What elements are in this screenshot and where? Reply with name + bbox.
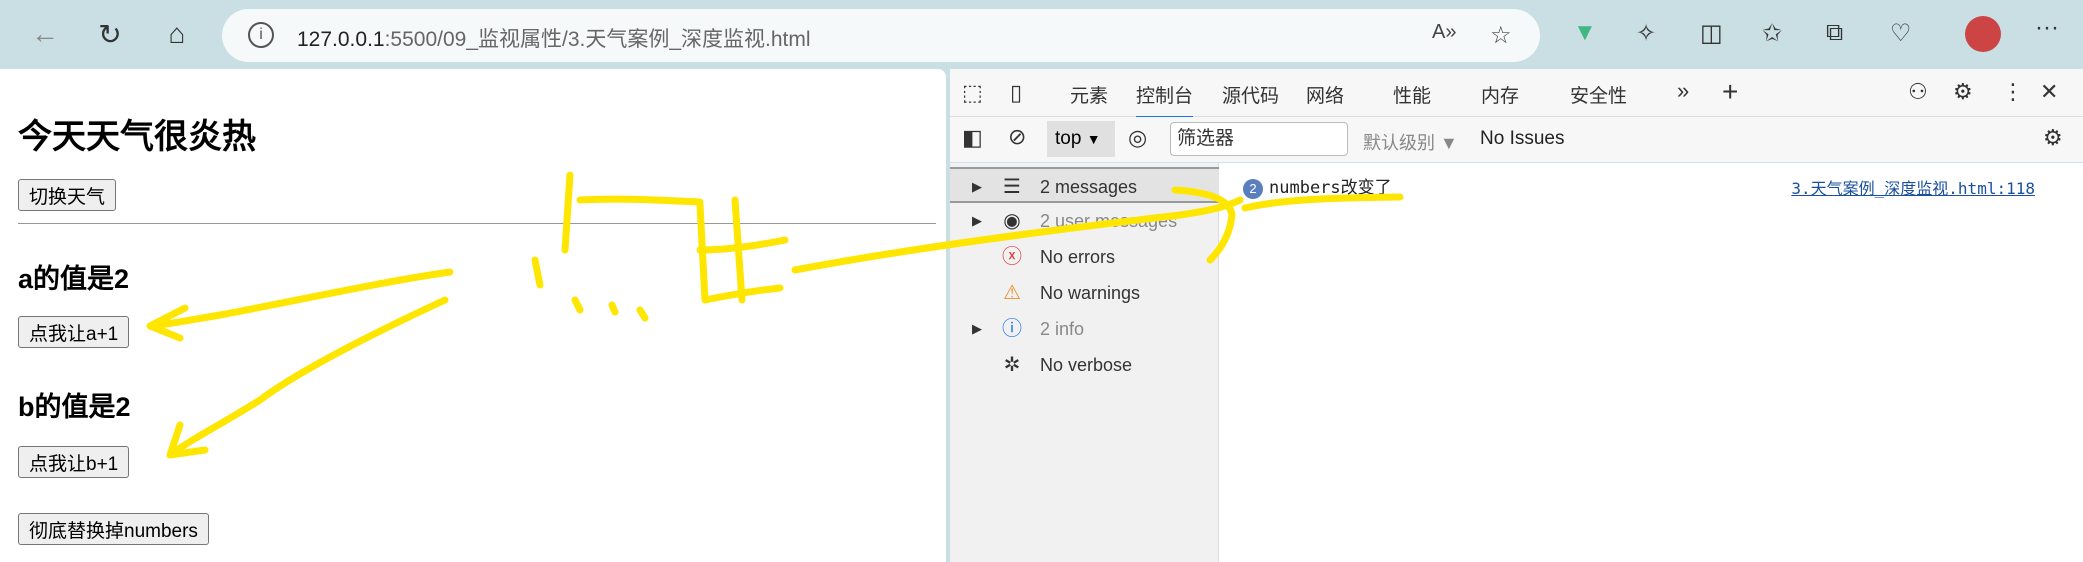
- home-button[interactable]: ⌂: [157, 18, 197, 50]
- address-bar[interactable]: i 127.0.0.1:5500/09_监视属性/3.天气案例_深度监视.htm…: [222, 9, 1540, 62]
- console-message[interactable]: 2 numbers改变了: [1243, 173, 1392, 199]
- browser-toolbar: ← ↻ ⌂ i 127.0.0.1:5500/09_监视属性/3.天气案例_深度…: [0, 0, 2083, 69]
- divider: [18, 223, 936, 224]
- sidebar-toggle-icon[interactable]: ◧: [962, 125, 983, 151]
- sidebar-item-label: 2 user messages: [1040, 211, 1178, 231]
- device-toolbar-icon[interactable]: ▯: [1010, 80, 1022, 106]
- bug-icon: ✲: [1003, 354, 1021, 376]
- vue-devtools-icon[interactable]: ▼: [1573, 19, 1597, 47]
- more-tabs-icon[interactable]: »: [1677, 78, 1689, 104]
- message-source-link[interactable]: 3.天气案例_深度监视.html:118: [1791, 175, 2035, 199]
- favorite-icon[interactable]: ☆: [1490, 21, 1512, 50]
- profile-avatar[interactable]: [1965, 16, 2001, 52]
- tab-performance[interactable]: 性能: [1393, 81, 1431, 108]
- sidebar-item-label: 2 messages: [1040, 177, 1138, 197]
- favorites-icon[interactable]: ✩: [1762, 19, 1782, 48]
- sidebar-item-label: No warnings: [1040, 283, 1141, 303]
- tab-network[interactable]: 网络: [1306, 81, 1344, 108]
- sidebar-item-verbose[interactable]: ✲ No verbose: [950, 347, 1219, 383]
- performance-icon[interactable]: ♡: [1890, 19, 1912, 48]
- clear-console-icon[interactable]: ⊘: [1008, 124, 1026, 150]
- message-text: numbers改变了: [1269, 178, 1392, 198]
- error-icon: ⓧ: [1002, 246, 1022, 268]
- user-icon: ◉: [1003, 210, 1021, 232]
- tab-console[interactable]: 控制台: [1136, 81, 1194, 119]
- sidebar-item-warnings[interactable]: ⚠ No warnings: [950, 275, 1219, 311]
- expand-icon: ▶: [972, 321, 982, 336]
- sidebar-item-errors[interactable]: ⓧ No errors: [950, 239, 1219, 275]
- extensions-icon[interactable]: ✧: [1636, 19, 1656, 48]
- sidebar-item-label: No verbose: [1040, 355, 1133, 375]
- context-selector[interactable]: top ▼: [1047, 121, 1115, 157]
- b-value-label: b的值是2: [18, 392, 131, 422]
- increment-b-button[interactable]: 点我让b+1: [18, 446, 130, 478]
- increment-a-button[interactable]: 点我让a+1: [18, 316, 130, 348]
- sidebar-item-label: No errors: [1040, 247, 1116, 267]
- url-host: 127.0.0.1: [297, 28, 385, 51]
- read-aloud-icon[interactable]: A»: [1432, 21, 1456, 44]
- console-sidebar: ▶ ☰ 2 messages ▶ ◉ 2 user messages ⓧ No error…: [950, 163, 1219, 562]
- refresh-button[interactable]: ↻: [90, 18, 130, 51]
- back-button[interactable]: ←: [25, 18, 65, 50]
- url-path: :5500/09_监视属性/3.天气案例_深度监视.html: [384, 28, 811, 51]
- repeat-count-badge: 2: [1243, 179, 1263, 199]
- devtools-panel: ⬚ ▯ 元素 控制台 源代码 网络 性能 内存 安全性 » + ⚇ ⚙ ⋮ ✕ …: [950, 69, 2083, 562]
- sidebar-item-messages[interactable]: ▶ ☰ 2 messages: [950, 167, 1219, 203]
- log-level-select[interactable]: 默认级别 ▼: [1363, 129, 1458, 155]
- tab-security[interactable]: 安全性: [1570, 81, 1627, 108]
- add-tab-icon[interactable]: +: [1722, 76, 1738, 108]
- expand-icon: ▶: [972, 213, 982, 228]
- settings-icon[interactable]: ⚙: [1953, 79, 1973, 105]
- info-icon: ⓘ: [1002, 318, 1022, 340]
- expand-icon: ▶: [972, 179, 982, 194]
- tab-sources[interactable]: 源代码: [1222, 81, 1279, 108]
- sidebar-item-user-messages[interactable]: ▶ ◉ 2 user messages: [950, 203, 1219, 239]
- issues-status[interactable]: No Issues: [1480, 128, 1564, 150]
- a-value-label: a的值是2: [18, 264, 130, 294]
- more-icon[interactable]: ···: [2035, 14, 2059, 42]
- devtools-tabs: ⬚ ▯ 元素 控制台 源代码 网络 性能 内存 安全性 » + ⚇ ⚙ ⋮ ✕: [950, 69, 2083, 119]
- context-value: top: [1055, 128, 1082, 149]
- split-screen-icon[interactable]: ◫: [1700, 19, 1723, 48]
- close-icon[interactable]: ✕: [2040, 79, 2058, 105]
- filter-input[interactable]: 筛选器: [1170, 122, 1348, 156]
- warning-icon: ⚠: [1003, 282, 1021, 304]
- info-icon[interactable]: i: [248, 22, 274, 48]
- live-expression-icon[interactable]: ◎: [1128, 125, 1147, 151]
- tab-elements[interactable]: 元素: [1070, 81, 1108, 108]
- more-options-icon[interactable]: ⋮: [2002, 79, 2024, 105]
- switch-weather-button[interactable]: 切换天气: [18, 179, 117, 211]
- sidebar-item-label: 2 info: [1040, 319, 1085, 339]
- console-toolbar: ◧ ⊘ top ▼ ◎ 筛选器 默认级别 ▼ No Issues ⚙: [950, 117, 2083, 163]
- weather-title: 今天天气很炎热: [18, 118, 256, 156]
- list-icon: ☰: [1003, 176, 1021, 198]
- collections-icon[interactable]: ⧉: [1826, 19, 1843, 47]
- url-text[interactable]: 127.0.0.1:5500/09_监视属性/3.天气案例_深度监视.html: [297, 23, 811, 53]
- console-settings-icon[interactable]: ⚙: [2043, 125, 2063, 151]
- dropdown-icon: ▼: [1086, 131, 1101, 147]
- inspect-icon[interactable]: ⬚: [962, 80, 983, 106]
- page-content: 今天天气很炎热 切换天气 a的值是2 点我让a+1 b的值是2 点我让b+1 彻…: [0, 69, 946, 562]
- feedback-icon[interactable]: ⚇: [1908, 79, 1928, 105]
- tab-memory[interactable]: 内存: [1481, 81, 1519, 108]
- sidebar-item-info[interactable]: ▶ ⓘ 2 info: [950, 311, 1219, 347]
- replace-numbers-button[interactable]: 彻底替换掉numbers: [18, 513, 209, 545]
